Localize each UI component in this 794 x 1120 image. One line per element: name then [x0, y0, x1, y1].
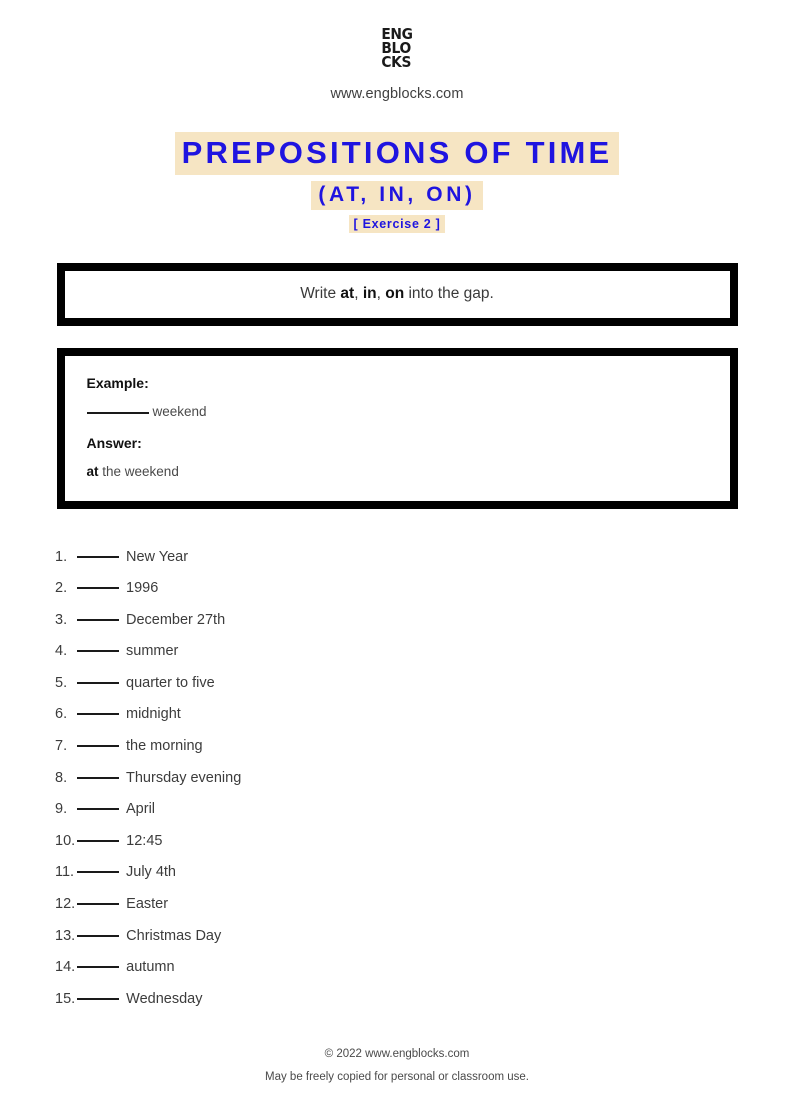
item-text: summer [126, 643, 179, 660]
item-text: April [126, 801, 156, 818]
item-text: midnight [126, 706, 181, 723]
instruction-sep-1: , [354, 285, 363, 303]
example-question-text: weekend [152, 403, 207, 419]
list-item: 8. Thursday evening [55, 763, 794, 795]
example-answer-rest: the weekend [98, 463, 179, 479]
item-number: 9. [55, 801, 68, 818]
item-number: 7. [55, 738, 68, 755]
item-text: July 4th [126, 864, 176, 881]
list-item: 3. December 27th [55, 605, 794, 637]
example-answer-bold: at [86, 463, 99, 479]
page-header: ENG BLO CKS www.engblocks.com [0, 0, 794, 102]
item-number: 5. [55, 674, 68, 691]
item-text: New Year [126, 548, 189, 565]
gap-blank[interactable] [77, 618, 119, 621]
item-number: 1. [55, 548, 68, 565]
example-answer: at the weekend [87, 464, 708, 479]
list-item: 14. autumn [55, 952, 794, 984]
list-item: 2. 1996 [55, 573, 794, 605]
item-number: 8. [55, 769, 68, 786]
page-title: PREPOSITIONS OF TIME [174, 131, 620, 175]
gap-blank[interactable] [77, 745, 119, 748]
gap-blank[interactable] [77, 839, 120, 842]
list-item: 15. Wednesday [55, 984, 794, 1016]
item-text: Thursday evening [126, 769, 242, 786]
exercise-label: [ Exercise 2 ] [348, 214, 446, 233]
gap-blank[interactable] [77, 555, 119, 558]
item-text: the morning [126, 738, 203, 755]
item-number: 6. [55, 706, 68, 723]
example-box: Example: weekend Answer: at the weekend [56, 347, 738, 509]
example-question: weekend [86, 403, 708, 419]
worksheet-page: ENG BLO CKS www.engblocks.com PREPOSITIO… [0, 0, 794, 1120]
item-text: December 27th [126, 611, 226, 628]
list-item: 11. July 4th [55, 857, 794, 889]
site-url: www.engblocks.com [330, 85, 464, 102]
instruction-box: Write at, in, on into the gap. [56, 262, 738, 326]
item-number: 14. [55, 959, 76, 976]
example-heading: Example: [86, 374, 149, 391]
list-item: 12. Easter [55, 889, 794, 921]
instruction-bold-in: in [362, 285, 377, 303]
answer-heading: Answer: [86, 434, 142, 451]
item-number: 4. [55, 643, 68, 660]
gap-blank[interactable] [77, 966, 120, 969]
item-text: autumn [126, 959, 175, 976]
gap-blank[interactable] [77, 681, 119, 684]
gap-blank[interactable] [77, 587, 119, 590]
item-number: 3. [55, 611, 68, 628]
list-item: 9. April [55, 794, 794, 826]
list-item: 6. midnight [55, 699, 794, 731]
gap-blank[interactable] [77, 871, 119, 874]
list-item: 5. quarter to five [55, 668, 794, 700]
item-text: Christmas Day [126, 927, 222, 944]
exercise-list: 1. New Year 2. 1996 3. December 27th 4. summer 5… [0, 542, 794, 1016]
item-number: 12. [55, 896, 76, 913]
list-item: 1. New Year [55, 542, 794, 574]
example-gap-blank [86, 411, 149, 414]
list-item: 4. summer [55, 636, 794, 668]
item-number: 13. [55, 927, 76, 944]
item-text: Wednesday [126, 990, 203, 1007]
item-text: 12:45 [126, 832, 163, 849]
item-text: 1996 [126, 580, 159, 597]
page-footer: © 2022 www.engblocks.com May be freely c… [0, 1043, 794, 1088]
gap-blank[interactable] [77, 650, 119, 653]
gap-blank[interactable] [77, 713, 119, 716]
footer-copyright: © 2022 www.engblocks.com [324, 1048, 470, 1061]
item-number: 11. [55, 864, 75, 881]
instruction-sep-2: , [376, 285, 386, 303]
item-text: Easter [126, 896, 169, 913]
instruction-bold-on: on [385, 285, 405, 303]
item-text: quarter to five [126, 674, 215, 691]
footer-notice: May be freely copied for personal or cla… [265, 1070, 529, 1083]
item-number: 10. [55, 832, 76, 849]
instruction-suffix: into the gap. [404, 285, 494, 303]
title-block: PREPOSITIONS OF TIME (AT, IN, ON) [ Exer… [0, 131, 794, 233]
instruction-bold-at: at [340, 285, 355, 303]
engblocks-logo: ENG BLO CKS [381, 27, 413, 71]
item-number: 15. [55, 990, 76, 1007]
list-item: 13. Christmas Day [55, 921, 794, 953]
gap-blank[interactable] [77, 997, 120, 1000]
gap-blank[interactable] [77, 934, 120, 937]
logo-line-3: CKS [381, 52, 412, 71]
page-subtitle: (AT, IN, ON) [311, 180, 483, 210]
gap-blank[interactable] [77, 776, 119, 779]
gap-blank[interactable] [77, 808, 119, 811]
list-item: 10. 12:45 [55, 826, 794, 858]
instruction-text: Write at, in, on into the gap. [300, 285, 494, 303]
item-number: 2. [55, 580, 68, 597]
gap-blank[interactable] [77, 903, 120, 906]
list-item: 7. the morning [55, 731, 794, 763]
instruction-prefix: Write [300, 285, 341, 303]
